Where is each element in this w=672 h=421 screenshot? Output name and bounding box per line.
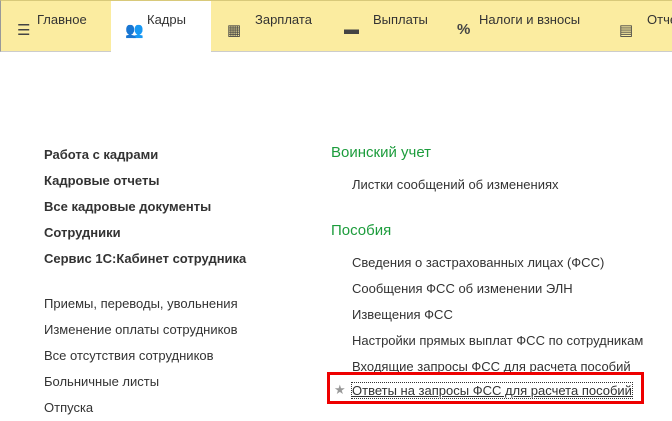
link-employee-cabinet[interactable]: Сервис 1С:Кабинет сотрудника bbox=[44, 251, 246, 266]
link-eln-messages[interactable]: Сообщения ФСС об изменении ЭЛН bbox=[352, 281, 573, 296]
tab-label: Кадры bbox=[147, 12, 186, 27]
percent-icon: % bbox=[457, 21, 471, 38]
link-pay-changes[interactable]: Изменение оплаты сотрудников bbox=[44, 322, 238, 337]
tab-salary[interactable]: ▦ Зарплата bbox=[211, 1, 331, 52]
wallet-icon: ▬ bbox=[344, 21, 359, 38]
link-absences[interactable]: Все отсутствия сотрудников bbox=[44, 348, 214, 363]
tab-taxes[interactable]: % Налоги и взносы bbox=[441, 1, 601, 52]
link-insured-info[interactable]: Сведения о застрахованных лицах (ФСС) bbox=[352, 255, 604, 270]
tab-label: Зарплата bbox=[255, 12, 312, 27]
menu-icon: ☰ bbox=[17, 22, 31, 39]
users-icon: 👥 bbox=[125, 22, 144, 39]
tab-label: Выплаты bbox=[373, 12, 428, 27]
reports-icon: ▤ bbox=[619, 22, 634, 39]
link-hr-reports[interactable]: Кадровые отчеты bbox=[44, 173, 159, 188]
link-hr-work[interactable]: Работа с кадрами bbox=[44, 147, 158, 162]
tab-label: Главное bbox=[37, 12, 87, 27]
link-hirings[interactable]: Приемы, переводы, увольнения bbox=[44, 296, 238, 311]
tab-reports[interactable]: ▤ Отчеты bbox=[601, 1, 672, 52]
calculator-icon: ▦ bbox=[227, 22, 242, 39]
link-sick-leaves[interactable]: Больничные листы bbox=[44, 374, 159, 389]
tab-hr[interactable]: 👥 Кадры bbox=[111, 1, 211, 52]
link-request-replies[interactable]: Ответы на запросы ФСС для расчета пособи… bbox=[351, 382, 633, 399]
link-military-sheets[interactable]: Листки сообщений об изменениях bbox=[352, 177, 559, 192]
tab-label: Налоги и взносы bbox=[479, 12, 581, 27]
tab-payments[interactable]: ▬ Выплаты bbox=[331, 1, 441, 52]
tab-main[interactable]: ☰ Главное bbox=[1, 1, 111, 52]
link-vacations[interactable]: Отпуска bbox=[44, 400, 93, 415]
group-military: Воинский учет bbox=[331, 144, 432, 161]
link-fss-notices[interactable]: Извещения ФСС bbox=[352, 307, 453, 322]
tab-label: Отчеты bbox=[647, 12, 672, 27]
link-direct-payments-settings[interactable]: Настройки прямых выплат ФСС по сотрудник… bbox=[352, 333, 643, 348]
section-panel: ☰ Главное 👥 Кадры ▦ Зарплата ▬ Выплаты % Нало… bbox=[0, 0, 672, 52]
group-benefits: Пособия bbox=[331, 222, 392, 239]
link-employees[interactable]: Сотрудники bbox=[44, 225, 121, 240]
star-icon[interactable]: ★ bbox=[334, 382, 346, 398]
link-all-hr-docs[interactable]: Все кадровые документы bbox=[44, 199, 211, 214]
